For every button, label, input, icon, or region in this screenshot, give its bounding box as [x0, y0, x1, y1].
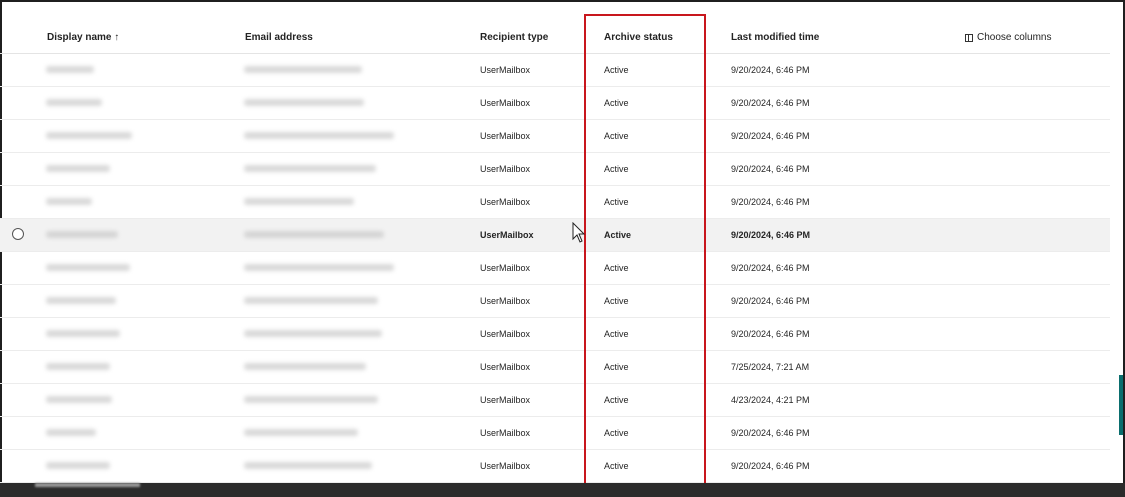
redacted-email	[244, 396, 378, 403]
archive-status-cell: Active	[604, 395, 629, 405]
recipient-type-cell: UserMailbox	[480, 65, 531, 75]
archive-status-cell: Active	[604, 362, 629, 372]
redacted-display-name	[46, 165, 110, 172]
column-header-last-modified[interactable]: Last modified time	[731, 32, 819, 43]
recipient-type-cell: UserMailbox	[480, 461, 531, 471]
choose-columns-label: Choose columns	[977, 32, 1052, 43]
archive-status-cell: Active	[604, 98, 629, 108]
table-row[interactable]: UserMailbox Active 9/20/2024, 6:46 PM	[0, 87, 1110, 120]
recipient-type-cell: UserMailbox	[480, 98, 531, 108]
mailbox-table: Display name ↑ Email address Recipient t…	[0, 20, 1110, 483]
redacted-display-name	[46, 132, 132, 139]
recipient-type-cell: UserMailbox	[480, 230, 534, 240]
table-row[interactable]: UserMailbox Active 9/20/2024, 6:46 PM	[0, 318, 1110, 351]
archive-status-cell: Active	[604, 461, 629, 471]
recipient-type-cell: UserMailbox	[480, 362, 531, 372]
mouse-pointer-icon	[572, 222, 586, 243]
archive-status-cell: Active	[604, 263, 629, 273]
redacted-email	[244, 462, 372, 469]
taskbar-item[interactable]	[35, 483, 140, 487]
recipient-type-cell: UserMailbox	[480, 164, 531, 174]
redacted-email	[244, 429, 358, 436]
redacted-display-name	[46, 297, 116, 304]
redacted-email	[244, 231, 384, 238]
recipient-type-cell: UserMailbox	[480, 197, 531, 207]
redacted-display-name	[46, 363, 110, 370]
last-modified-cell: 4/23/2024, 4:21 PM	[731, 395, 810, 405]
last-modified-cell: 9/20/2024, 6:46 PM	[731, 263, 810, 273]
recipient-type-cell: UserMailbox	[480, 263, 531, 273]
table-columns-icon	[965, 33, 973, 42]
table-row[interactable]: UserMailbox Active 9/20/2024, 6:46 PM	[0, 153, 1110, 186]
table-body: UserMailbox Active 9/20/2024, 6:46 PM UserM…	[0, 54, 1110, 483]
redacted-display-name	[46, 396, 112, 403]
table-row[interactable]: UserMailbox Active 9/20/2024, 6:46 PM	[0, 54, 1110, 87]
archive-status-cell: Active	[604, 131, 629, 141]
redacted-display-name	[46, 231, 118, 238]
redacted-email	[244, 165, 376, 172]
scrollbar-thumb[interactable]	[1119, 375, 1123, 435]
column-header-email[interactable]: Email address	[245, 32, 313, 43]
redacted-display-name	[46, 198, 92, 205]
redacted-email	[244, 330, 382, 337]
redacted-display-name	[46, 66, 94, 73]
last-modified-cell: 9/20/2024, 6:46 PM	[731, 296, 810, 306]
table-row[interactable]: UserMailbox Active 9/20/2024, 6:46 PM	[0, 450, 1110, 483]
archive-status-cell: Active	[604, 230, 632, 240]
redacted-email	[244, 66, 362, 73]
table-row[interactable]: UserMailbox Active 9/20/2024, 6:46 PM	[0, 417, 1110, 450]
redacted-email	[244, 99, 364, 106]
last-modified-cell: 9/20/2024, 6:46 PM	[731, 131, 810, 141]
column-header-recipient-type[interactable]: Recipient type	[480, 32, 548, 43]
archive-status-cell: Active	[604, 296, 629, 306]
redacted-display-name	[46, 330, 120, 337]
column-header-archive-status[interactable]: Archive status	[604, 32, 673, 43]
redacted-display-name	[46, 264, 130, 271]
last-modified-cell: 9/20/2024, 6:46 PM	[731, 461, 810, 471]
archive-status-cell: Active	[604, 164, 629, 174]
table-row[interactable]: UserMailbox Active 7/25/2024, 7:21 AM	[0, 351, 1110, 384]
redacted-display-name	[46, 99, 102, 106]
redacted-display-name	[46, 429, 96, 436]
last-modified-cell: 9/20/2024, 6:46 PM	[731, 65, 810, 75]
choose-columns-button[interactable]: Choose columns	[965, 32, 1051, 43]
last-modified-cell: 9/20/2024, 6:46 PM	[731, 230, 811, 240]
last-modified-cell: 9/20/2024, 6:46 PM	[731, 164, 810, 174]
archive-status-cell: Active	[604, 197, 629, 207]
redacted-email	[244, 297, 378, 304]
table-row[interactable]: UserMailbox Active 9/20/2024, 6:46 PM	[0, 219, 1110, 252]
table-row[interactable]: UserMailbox Active 4/23/2024, 4:21 PM	[0, 384, 1110, 417]
recipient-type-cell: UserMailbox	[480, 395, 531, 405]
table-row[interactable]: UserMailbox Active 9/20/2024, 6:46 PM	[0, 252, 1110, 285]
redacted-email	[244, 132, 394, 139]
table-row[interactable]: UserMailbox Active 9/20/2024, 6:46 PM	[0, 120, 1110, 153]
archive-status-cell: Active	[604, 329, 629, 339]
recipient-type-cell: UserMailbox	[480, 428, 531, 438]
table-row[interactable]: UserMailbox Active 9/20/2024, 6:46 PM	[0, 186, 1110, 219]
column-header-display-name[interactable]: Display name ↑	[47, 32, 119, 43]
last-modified-cell: 7/25/2024, 7:21 AM	[731, 362, 810, 372]
recipient-type-cell: UserMailbox	[480, 296, 531, 306]
redacted-email	[244, 264, 394, 271]
redacted-email	[244, 363, 366, 370]
taskbar	[0, 483, 1125, 497]
redacted-display-name	[46, 462, 110, 469]
archive-status-cell: Active	[604, 428, 629, 438]
recipient-type-cell: UserMailbox	[480, 329, 531, 339]
last-modified-cell: 9/20/2024, 6:46 PM	[731, 197, 810, 207]
row-select-radio[interactable]	[12, 228, 24, 240]
last-modified-cell: 9/20/2024, 6:46 PM	[731, 428, 810, 438]
table-row[interactable]: UserMailbox Active 9/20/2024, 6:46 PM	[0, 285, 1110, 318]
recipient-type-cell: UserMailbox	[480, 131, 531, 141]
archive-status-cell: Active	[604, 65, 629, 75]
last-modified-cell: 9/20/2024, 6:46 PM	[731, 329, 810, 339]
table-header: Display name ↑ Email address Recipient t…	[0, 20, 1110, 54]
redacted-email	[244, 198, 354, 205]
last-modified-cell: 9/20/2024, 6:46 PM	[731, 98, 810, 108]
